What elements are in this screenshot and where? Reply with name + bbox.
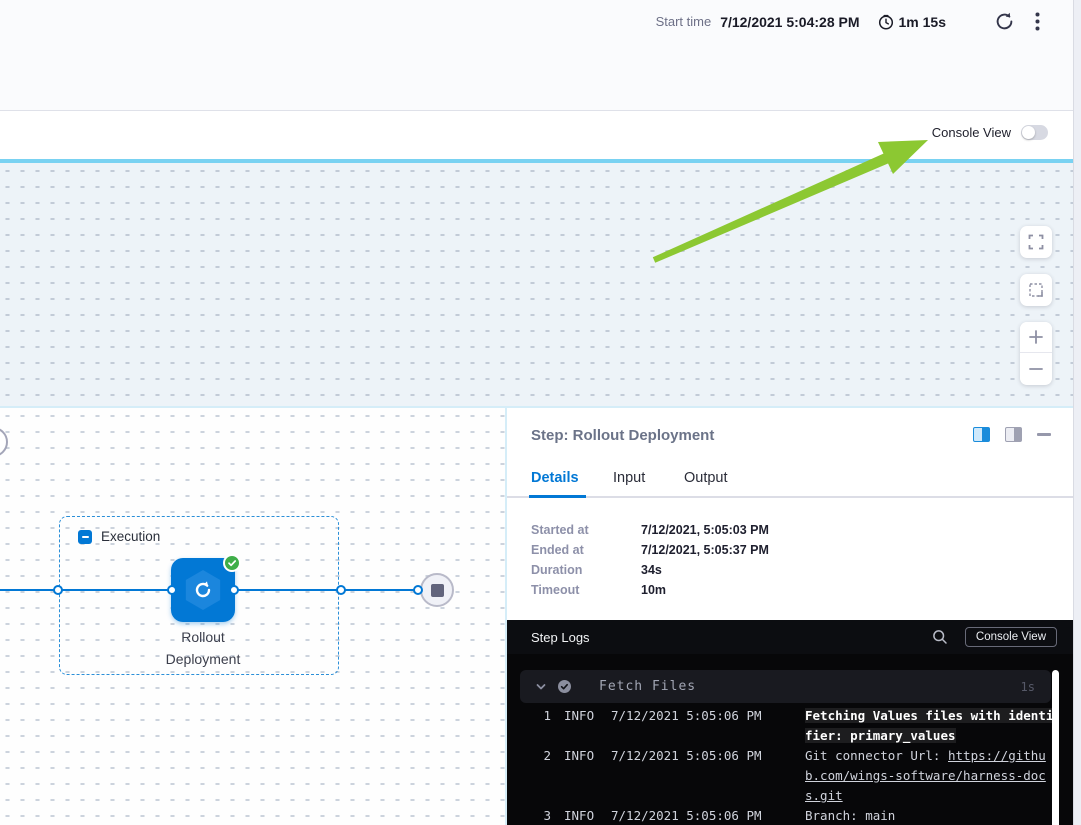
minimize-panel-button[interactable] bbox=[1037, 433, 1051, 436]
split-view-icon[interactable] bbox=[973, 427, 990, 442]
minus-icon bbox=[1028, 361, 1044, 377]
log-line: 3 INFO 7/12/2021 5:05:06 PM Branch: main bbox=[507, 806, 1073, 825]
tabs-baseline bbox=[507, 496, 1073, 498]
tab-details[interactable]: Details bbox=[531, 470, 579, 486]
step-success-badge bbox=[223, 554, 241, 572]
refresh-button[interactable] bbox=[992, 9, 1017, 34]
connector-port bbox=[167, 585, 177, 595]
step-details-panel: Step: Rollout Deployment Details Input O… bbox=[505, 406, 1073, 825]
start-time-label: Start time bbox=[656, 14, 712, 29]
detail-row-started-at: Started at 7/12/2021, 5:05:03 PM bbox=[531, 523, 931, 543]
detail-row-duration: Duration 34s bbox=[531, 563, 931, 583]
log-message: Fetching Values files with identifier: p… bbox=[805, 706, 1054, 746]
log-message: Branch: main bbox=[805, 806, 1054, 825]
fullscreen-icon bbox=[1028, 234, 1044, 250]
stop-square-icon bbox=[431, 584, 444, 597]
pipeline-execution-page: Start time 7/12/2021 5:04:28 PM 1m 15s bbox=[0, 0, 1081, 825]
pipeline-stages-canvas[interactable] bbox=[0, 163, 1081, 406]
tab-output[interactable]: Output bbox=[684, 470, 728, 486]
zoom-out-button[interactable] bbox=[1020, 353, 1052, 384]
collapse-group-icon[interactable] bbox=[78, 530, 92, 544]
log-lines: 1 INFO 7/12/2021 5:05:06 PM Fetching Val… bbox=[507, 706, 1073, 825]
zoom-in-out-group bbox=[1020, 322, 1052, 385]
log-message: Git connector Url: https://github.com/wi… bbox=[805, 746, 1054, 806]
zoom-in-button[interactable] bbox=[1020, 322, 1052, 353]
stage-divider-line bbox=[0, 159, 1081, 163]
kebab-menu-icon bbox=[1035, 12, 1040, 31]
connector-port bbox=[336, 585, 346, 595]
console-view-button[interactable]: Console View bbox=[965, 627, 1057, 647]
panel-tabs: Details Input Output bbox=[507, 466, 1073, 500]
step-logs-title: Step Logs bbox=[531, 630, 590, 645]
top-header: Start time 7/12/2021 5:04:28 PM 1m 15s bbox=[0, 0, 1081, 111]
panel-title: Step: Rollout Deployment bbox=[531, 427, 714, 444]
start-time-value: 7/12/2021 5:04:28 PM bbox=[720, 14, 859, 30]
log-section-fetch-files[interactable]: Fetch Files 1s bbox=[520, 670, 1051, 703]
log-section-duration: 1s bbox=[1021, 680, 1035, 694]
execution-group-label: Execution bbox=[101, 529, 160, 544]
connector-port bbox=[413, 585, 423, 595]
clock-icon bbox=[878, 14, 894, 30]
log-scrollbar[interactable] bbox=[1052, 670, 1059, 825]
active-tab-underline bbox=[529, 495, 586, 498]
tab-input[interactable]: Input bbox=[613, 470, 645, 486]
refresh-icon bbox=[994, 11, 1015, 32]
step-node-label: Rollout Deployment bbox=[131, 626, 275, 670]
log-viewer: Fetch Files 1s 1 INFO 7/12/2021 5:05:06 … bbox=[507, 654, 1073, 825]
zoom-to-fit-icon bbox=[1028, 282, 1045, 299]
chevron-down-icon[interactable] bbox=[535, 681, 547, 693]
console-view-toggle-label: Console View bbox=[932, 125, 1011, 140]
plus-icon bbox=[1028, 329, 1044, 345]
elapsed-duration: 1m 15s bbox=[899, 14, 946, 30]
search-icon bbox=[932, 629, 948, 645]
log-line: 1 INFO 7/12/2021 5:05:06 PM Fetching Val… bbox=[507, 706, 1073, 746]
log-line: 2 INFO 7/12/2021 5:05:06 PM Git connecto… bbox=[507, 746, 1073, 806]
section-success-icon bbox=[557, 679, 572, 694]
end-node[interactable] bbox=[420, 573, 454, 607]
step-logs-bar: Step Logs Console View bbox=[507, 620, 1073, 654]
console-view-toggle[interactable] bbox=[1021, 125, 1048, 140]
connector-port bbox=[229, 585, 239, 595]
toggle-knob bbox=[1022, 126, 1035, 139]
zoom-to-fit-button[interactable] bbox=[1020, 274, 1052, 306]
fullscreen-button[interactable] bbox=[1020, 226, 1052, 258]
connector-port bbox=[53, 585, 63, 595]
page-scrollbar-track[interactable] bbox=[1073, 0, 1081, 825]
rollout-refresh-icon bbox=[191, 578, 215, 602]
detail-row-timeout: Timeout 10m bbox=[531, 583, 931, 603]
detail-row-ended-at: Ended at 7/12/2021, 5:05:37 PM bbox=[531, 543, 931, 563]
execution-group-header[interactable]: Execution bbox=[78, 529, 160, 544]
view-toggle-strip: Console View bbox=[0, 112, 1081, 159]
log-section-name: Fetch Files bbox=[599, 679, 696, 694]
panel-view-icon[interactable] bbox=[1005, 427, 1022, 442]
log-search-button[interactable] bbox=[930, 627, 950, 647]
check-icon bbox=[227, 558, 237, 568]
start-node-partial bbox=[0, 427, 8, 457]
more-options-button[interactable] bbox=[1033, 10, 1042, 33]
